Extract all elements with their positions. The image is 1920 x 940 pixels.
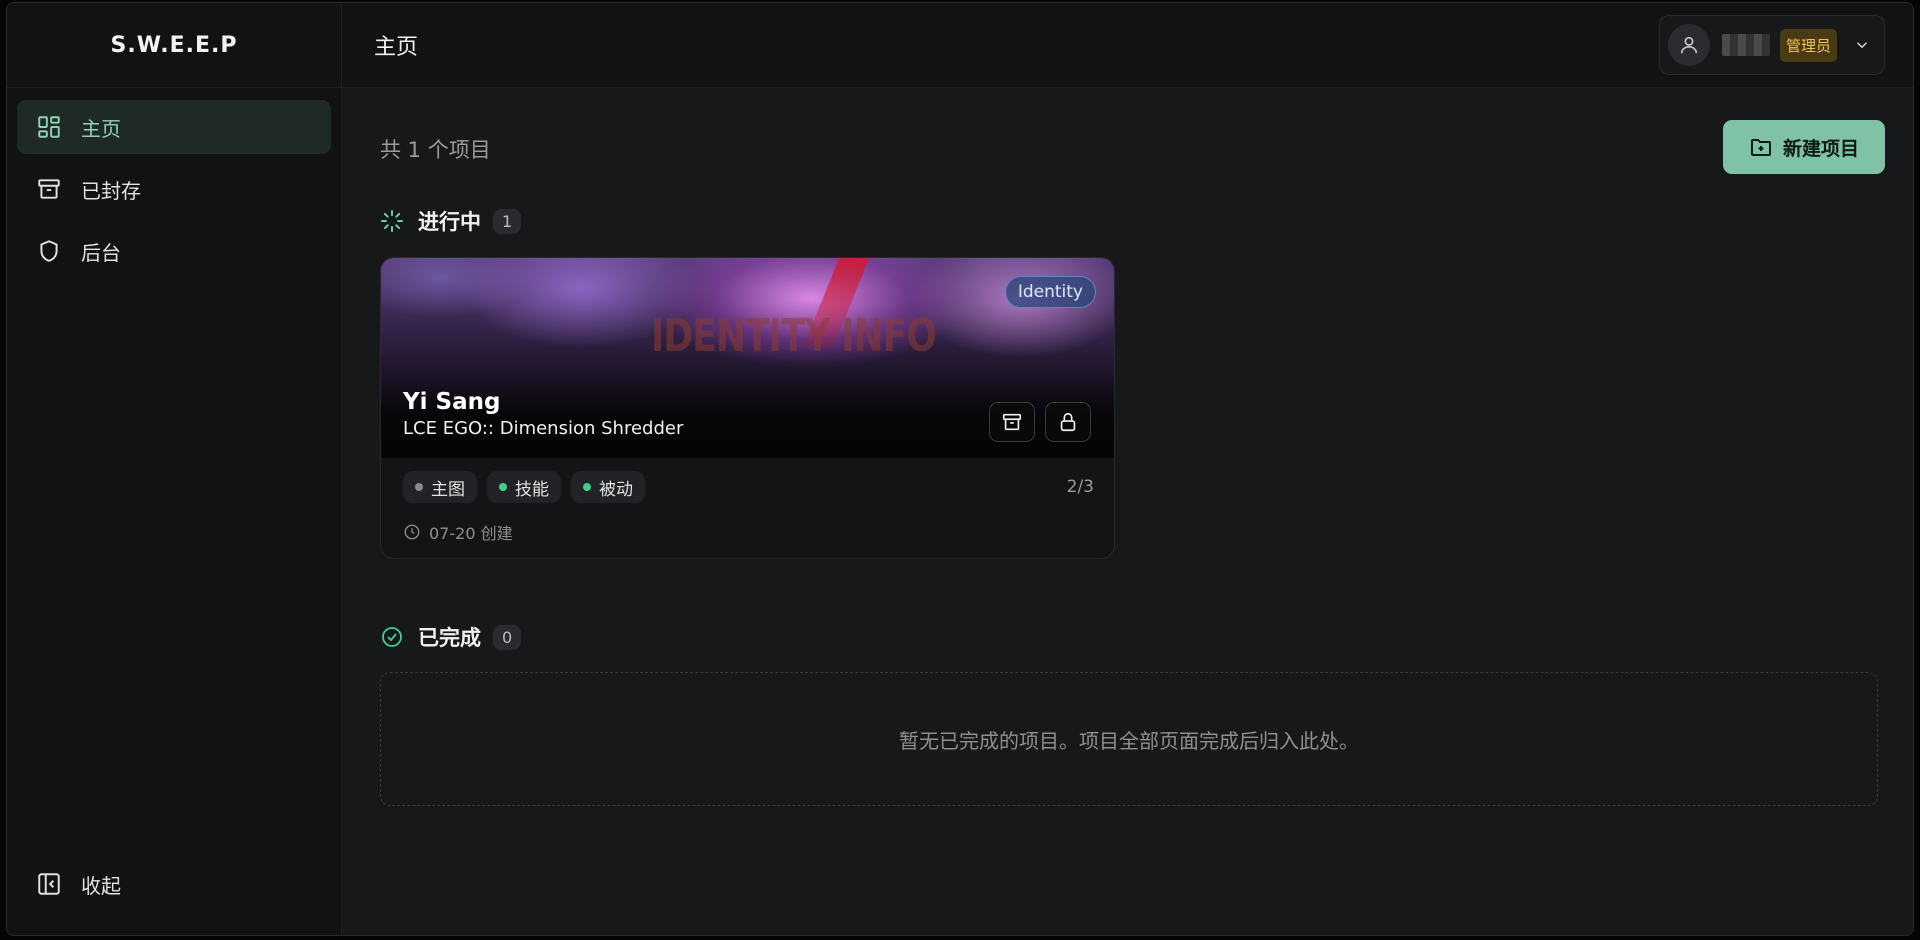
status-dot [415, 483, 423, 491]
sidebar-item-home[interactable]: 主页 [17, 100, 331, 154]
lock-icon [1060, 412, 1076, 432]
brand-logo[interactable]: S.W.E.E.P [7, 3, 341, 88]
user-menu[interactable]: 管理员 [1659, 15, 1885, 75]
username-blurred [1722, 34, 1770, 56]
role-badge: 管理员 [1780, 28, 1838, 62]
section-completed-header: 已完成 0 [380, 622, 522, 652]
archive-icon [35, 175, 63, 203]
tag-label: 主图 [431, 479, 465, 500]
sidebar-item-archived[interactable]: 已封存 [17, 162, 331, 216]
chevron-down-icon[interactable] [1853, 36, 1871, 54]
new-project-label: 新建项目 [1782, 137, 1859, 160]
sidebar-item-label: 已封存 [81, 178, 141, 203]
sidebar-nav: 主页 已封存 后台 [7, 88, 341, 298]
page-progress: 2/3 [1066, 477, 1094, 497]
app-window: S.W.E.E.P 主页 已封存 后台 收起 主页 管理员 共 1 个项目 新建… [6, 2, 1914, 936]
tag-passive: 被动 [571, 471, 645, 503]
avatar[interactable] [1668, 24, 1710, 66]
archive-icon [1002, 413, 1022, 431]
tag-label: 技能 [515, 479, 549, 500]
sidebar-item-label: 主页 [81, 116, 121, 141]
project-count: 共 1 个项目 [380, 138, 491, 162]
created-date: 07-20 创建 [403, 520, 513, 544]
status-dot [499, 483, 507, 491]
page-title: 主页 [374, 35, 419, 60]
sidebar-item-label: 后台 [81, 240, 121, 265]
collapse-label: 收起 [81, 873, 121, 898]
section-count-badge: 0 [493, 624, 522, 650]
top-header: 主页 管理员 [342, 3, 1913, 88]
sidebar: S.W.E.E.P 主页 已封存 后台 收起 [7, 3, 342, 935]
section-title: 已完成 [418, 626, 481, 650]
tag-main-image: 主图 [403, 471, 477, 503]
sidebar-item-admin[interactable]: 后台 [17, 224, 331, 278]
section-count-badge: 1 [493, 208, 522, 234]
project-subtitle: LCE EGO:: Dimension Shredder [403, 418, 684, 439]
section-in-progress-header: 进行中 1 [380, 206, 522, 236]
page-tags: 主图 技能 被动 [403, 471, 655, 503]
project-cover-image: IDENTITY INFO Identity Yi Sang LCE EGO::… [381, 258, 1114, 458]
cover-art-text: IDENTITY INFO [651, 310, 937, 363]
new-project-button[interactable]: 新建项目 [1723, 120, 1885, 174]
status-dot [583, 483, 591, 491]
collapse-sidebar-button[interactable]: 收起 [17, 857, 331, 911]
project-card[interactable]: IDENTITY INFO Identity Yi Sang LCE EGO::… [380, 257, 1115, 559]
project-name: Yi Sang [403, 389, 501, 415]
created-text: 07-20 创建 [429, 524, 513, 543]
folder-plus-icon [1750, 139, 1771, 156]
archive-button[interactable] [989, 402, 1035, 442]
section-title: 进行中 [418, 210, 481, 234]
check-circle-icon [382, 627, 402, 647]
shield-icon [35, 237, 63, 265]
tag-skills: 技能 [487, 471, 561, 503]
empty-state: 暂无已完成的项目。项目全部页面完成后归入此处。 [380, 672, 1878, 806]
tag-label: 被动 [599, 479, 633, 500]
dashboard-grid-icon [35, 113, 63, 141]
loading-spinner-icon [381, 210, 403, 232]
type-badge: Identity [1004, 276, 1096, 308]
clock-icon [404, 524, 420, 540]
collapse-sidebar-icon [35, 870, 63, 898]
lock-button[interactable] [1045, 402, 1091, 442]
main-content: 共 1 个项目 新建项目 进行中 1 IDENTITY INFO Identit… [342, 88, 1913, 935]
user-icon [1680, 36, 1698, 54]
